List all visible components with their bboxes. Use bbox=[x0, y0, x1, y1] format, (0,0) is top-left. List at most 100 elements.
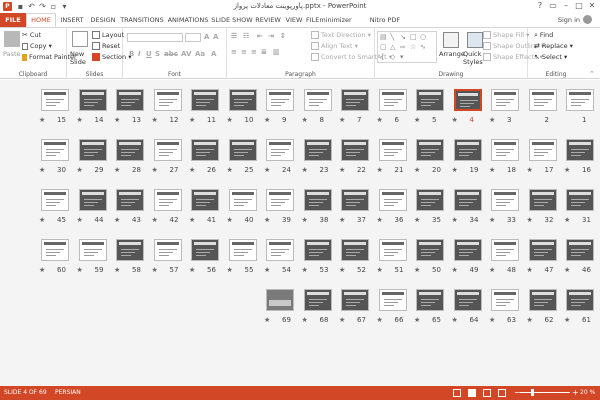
slide-thumbnail-5[interactable] bbox=[416, 89, 444, 111]
layout-button[interactable]: Layout bbox=[92, 31, 124, 39]
transition-star-icon[interactable]: ★ bbox=[264, 116, 270, 124]
tab-file[interactable]: FILE bbox=[0, 13, 26, 27]
slide-thumbnail-58[interactable] bbox=[116, 239, 144, 261]
italic-icon[interactable]: I bbox=[138, 50, 141, 58]
transition-star-icon[interactable]: ★ bbox=[377, 266, 383, 274]
slide-thumbnail-7[interactable] bbox=[341, 89, 369, 111]
transition-star-icon[interactable]: ★ bbox=[452, 116, 458, 124]
transition-star-icon[interactable]: ★ bbox=[489, 266, 495, 274]
slide-thumbnail-42[interactable] bbox=[153, 189, 182, 211]
user-icon[interactable] bbox=[583, 15, 592, 24]
font-size-box[interactable] bbox=[185, 33, 201, 42]
brace-shape-icon[interactable]: { bbox=[380, 53, 384, 61]
tab-review[interactable]: REVIEW bbox=[254, 13, 282, 27]
slide-thumbnail-64[interactable] bbox=[453, 289, 482, 311]
columns-icon[interactable]: ▥ bbox=[273, 48, 280, 56]
align-center-icon[interactable]: ≡ bbox=[241, 48, 247, 56]
transition-star-icon[interactable]: ★ bbox=[377, 166, 383, 174]
transition-star-icon[interactable]: ★ bbox=[152, 266, 158, 274]
transition-star-icon[interactable]: ★ bbox=[189, 216, 195, 224]
transition-star-icon[interactable]: ★ bbox=[489, 166, 495, 174]
help-icon[interactable]: ? bbox=[534, 1, 546, 11]
textbox-shape-icon[interactable]: ▤ bbox=[380, 33, 387, 41]
transition-star-icon[interactable]: ★ bbox=[564, 216, 570, 224]
slide-thumbnail-40[interactable] bbox=[228, 189, 257, 211]
slide-thumbnail-22[interactable] bbox=[341, 139, 369, 161]
slide-thumbnail-52[interactable] bbox=[341, 239, 369, 261]
transition-star-icon[interactable]: ★ bbox=[339, 266, 345, 274]
slide-thumbnail-4[interactable] bbox=[453, 89, 482, 111]
slide-thumbnail-63[interactable] bbox=[491, 289, 519, 311]
transition-star-icon[interactable]: ★ bbox=[264, 316, 270, 324]
slide-thumbnail-6[interactable] bbox=[378, 89, 407, 111]
transition-star-icon[interactable]: ★ bbox=[452, 166, 458, 174]
slide-thumbnail-21[interactable] bbox=[378, 139, 407, 161]
tab-transitions[interactable]: TRANSITIONS bbox=[119, 13, 165, 27]
line-spacing-icon[interactable]: ↕ bbox=[280, 32, 286, 40]
align-right-icon[interactable]: ≡ bbox=[251, 48, 257, 56]
collapse-ribbon-icon[interactable]: ⌃ bbox=[589, 70, 595, 78]
transition-star-icon[interactable]: ★ bbox=[452, 316, 458, 324]
transition-star-icon[interactable]: ★ bbox=[302, 266, 308, 274]
more-shapes-icon[interactable]: ▾ bbox=[400, 53, 404, 61]
transition-star-icon[interactable]: ★ bbox=[114, 216, 120, 224]
slide-thumbnail-28[interactable] bbox=[116, 139, 144, 161]
transition-star-icon[interactable]: ★ bbox=[489, 316, 495, 324]
copy-button[interactable]: Copy ▾ bbox=[22, 42, 52, 50]
slide-thumbnail-1[interactable] bbox=[566, 89, 594, 111]
strikethrough-icon[interactable]: abc bbox=[164, 50, 178, 58]
slide-thumbnail-14[interactable] bbox=[78, 89, 107, 111]
slide-thumbnail-37[interactable] bbox=[341, 189, 369, 211]
transition-star-icon[interactable]: ★ bbox=[152, 216, 158, 224]
slide-thumbnail-57[interactable] bbox=[153, 239, 182, 261]
transition-star-icon[interactable]: ★ bbox=[527, 216, 533, 224]
bullets-icon[interactable]: ☰ bbox=[231, 32, 237, 40]
transition-star-icon[interactable]: ★ bbox=[264, 166, 270, 174]
transition-star-icon[interactable]: ★ bbox=[452, 216, 458, 224]
shadow-icon[interactable]: S bbox=[155, 50, 160, 58]
grow-font-icon[interactable]: A bbox=[204, 33, 209, 41]
numbering-icon[interactable]: ☷ bbox=[243, 32, 249, 40]
slide-thumbnail-15[interactable] bbox=[41, 89, 69, 111]
slide-thumbnail-38[interactable] bbox=[303, 189, 332, 211]
slide-thumbnail-41[interactable] bbox=[191, 189, 219, 211]
tab-design[interactable]: DESIGN bbox=[88, 13, 118, 27]
slide-thumbnail-44[interactable] bbox=[78, 189, 107, 211]
transition-star-icon[interactable]: ★ bbox=[414, 216, 420, 224]
slide-thumbnail-67[interactable] bbox=[341, 289, 369, 311]
transition-star-icon[interactable]: ★ bbox=[527, 316, 533, 324]
transition-star-icon[interactable]: ★ bbox=[564, 266, 570, 274]
star-shape-icon[interactable]: ☆ bbox=[410, 43, 416, 51]
transition-star-icon[interactable]: ★ bbox=[339, 166, 345, 174]
transition-star-icon[interactable]: ★ bbox=[339, 116, 345, 124]
transition-star-icon[interactable]: ★ bbox=[152, 166, 158, 174]
tab-view[interactable]: VIEW bbox=[283, 13, 305, 27]
slide-thumbnail-62[interactable] bbox=[528, 289, 557, 311]
slide-thumbnail-23[interactable] bbox=[303, 139, 332, 161]
transition-star-icon[interactable]: ★ bbox=[189, 166, 195, 174]
transition-star-icon[interactable]: ★ bbox=[377, 216, 383, 224]
justify-icon[interactable]: ≣ bbox=[261, 48, 267, 56]
slide-thumbnail-36[interactable] bbox=[378, 189, 407, 211]
slide-thumbnail-8[interactable] bbox=[303, 89, 332, 111]
rectangle-shape-icon[interactable]: □ bbox=[410, 33, 417, 41]
transition-star-icon[interactable]: ★ bbox=[189, 116, 195, 124]
bold-icon[interactable]: B bbox=[129, 50, 134, 58]
transition-star-icon[interactable]: ★ bbox=[39, 166, 45, 174]
slide-thumbnail-31[interactable] bbox=[566, 189, 594, 211]
new-slide-button[interactable]: New Slide bbox=[70, 50, 92, 66]
slide-thumbnail-32[interactable] bbox=[528, 189, 557, 211]
transition-star-icon[interactable]: ★ bbox=[414, 166, 420, 174]
right-arrow-shape-icon[interactable]: ⇨ bbox=[400, 43, 406, 51]
transition-star-icon[interactable]: ★ bbox=[302, 316, 308, 324]
transition-star-icon[interactable]: ★ bbox=[114, 166, 120, 174]
transition-star-icon[interactable]: ★ bbox=[227, 116, 233, 124]
slide-thumbnail-11[interactable] bbox=[191, 89, 219, 111]
transition-star-icon[interactable]: ★ bbox=[302, 166, 308, 174]
reset-button[interactable]: Reset bbox=[92, 42, 120, 50]
transition-star-icon[interactable]: ★ bbox=[264, 266, 270, 274]
slide-sorter-view-icon[interactable] bbox=[468, 389, 476, 397]
transition-star-icon[interactable]: ★ bbox=[489, 116, 495, 124]
slide-thumbnail-13[interactable] bbox=[116, 89, 144, 111]
slide-thumbnail-25[interactable] bbox=[228, 139, 257, 161]
